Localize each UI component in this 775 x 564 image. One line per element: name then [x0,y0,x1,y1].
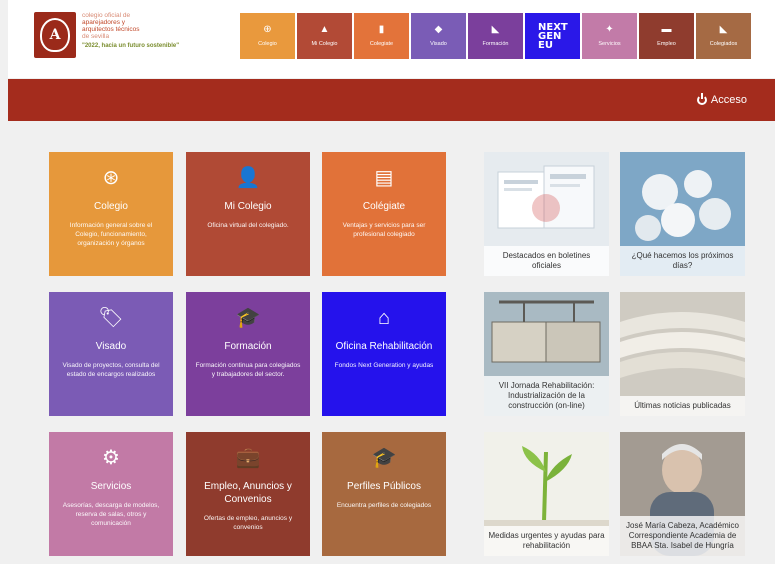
tile-title: Colegio [94,201,128,212]
site-header: A colegio oficial de aparejadores y arqu… [8,0,775,78]
top-navigation: ⊕ Colegio ▲ Mi Colegio ▮ Colegiate ◆ Vis… [240,13,751,59]
gears-icon: ✦ [605,24,614,35]
topnav-label: Empleo [657,41,676,47]
topnav-label: Servicios [598,41,621,47]
user-icon: ▲ [319,24,330,35]
topnav-next-gen-eu[interactable]: NEXT GEN EU [525,13,580,59]
tile-description: Fondos Next Generation y ayudas [334,362,434,369]
tile-description: Asesorías, descarga de modelos, reserva … [62,502,160,527]
crest-icon[interactable]: A [34,12,76,58]
org-line: colegio oficial de [82,12,131,19]
tile-description: Oficina virtual del colegiado. [207,222,289,229]
user-icon: 👤 [235,167,261,189]
org-line: aparejadores y [82,19,125,26]
topnav-colegio[interactable]: ⊕ Colegio [240,13,295,59]
topnav-label: Mi Colegio [311,41,338,47]
tile-oficina-rehabilitacion[interactable]: ⌂ Oficina Rehabilitación Fondos Next Gen… [322,292,446,416]
topnav-label: Colegiate [369,41,394,47]
card-caption: Destacados en boletines oficiales [484,246,609,276]
tile-title: Formación [224,341,272,352]
briefcase-icon: ▬ [661,24,672,35]
graduation-cap-icon: ◣ [719,24,728,35]
tile-description: Visado de proyectos, consulta del estado… [62,362,160,378]
tile-empleo[interactable]: 💼 Empleo, Anuncios y Convenios Ofertas d… [186,432,310,556]
tile-mi-colegio[interactable]: 👤 Mi Colegio Oficina virtual del colegia… [186,152,310,276]
card-caption: ¿Qué hacemos los próximos días? [620,246,745,276]
topnav-label: Colegiados [709,41,738,47]
topnav-colegiate[interactable]: ▮ Colegiate [354,13,409,59]
org-line: de sevilla [82,33,110,40]
gears-icon: ⚙ [102,447,120,469]
topnav-formacion[interactable]: ◣ Formación [468,13,523,59]
tile-perfiles-publicos[interactable]: 🎓 Perfiles Públicos Encuentra perfiles d… [322,432,446,556]
crest-icon: ⊛ [102,167,120,189]
tile-title: Oficina Rehabilitación [335,341,433,352]
tile-description: Encuentra perfiles de colegiados [336,502,432,509]
org-line: arquitectos técnicos [82,26,140,33]
topnav-label: Colegio [258,41,277,47]
topnav-colegiados[interactable]: ◣ Colegiados [696,13,751,59]
topnav-visado[interactable]: ◆ Visado [411,13,466,59]
graduation-cap-icon: 🎓 [235,307,261,329]
tile-title: Servicios [90,481,132,492]
tile-title: Visado [95,341,127,352]
tile-description: Información general sobre el Colegio, fu… [69,222,153,247]
tile-title: Empleo, Anuncios y Convenios [204,481,292,505]
tile-formacion[interactable]: 🎓 Formación Formación continua para cole… [186,292,310,416]
topnav-label: Formación [482,41,509,47]
tag-icon: ◆ [434,24,443,35]
document-icon: ▮ [378,24,385,35]
tile-description: Formación continua para colegiados y tra… [195,362,301,378]
tile-title: Mi Colegio [224,201,272,212]
topnav-servicios[interactable]: ✦ Servicios [582,13,637,59]
topnav-label: Visado [430,41,447,47]
card-jornada-rehabilitacion[interactable]: VII Jornada Rehabilitación: Industrializ… [484,292,609,416]
tile-title: Perfiles Públicos [347,481,421,492]
briefcase-icon: 💼 [235,447,261,469]
graduation-cap-icon: 🎓 [371,447,397,469]
tile-servicios[interactable]: ⚙ Servicios Asesorías, descarga de model… [49,432,173,556]
card-jose-maria-cabeza[interactable]: José María Cabeza, Académico Correspondi… [620,432,745,556]
card-medidas-urgentes[interactable]: Medidas urgentes y ayudas para rehabilit… [484,432,609,556]
card-caption: Medidas urgentes y ayudas para rehabilit… [484,526,609,556]
slogan: "2022, hacia un futuro sostenible" [82,43,180,49]
access-label: Acceso [710,94,747,106]
card-caption: Últimas noticias publicadas [620,396,745,416]
tile-title: Colégiate [362,201,406,212]
organization-name[interactable]: colegio oficial de aparejadores y arquit… [82,12,232,49]
card-boletines[interactable]: Destacados en boletines oficiales [484,152,609,276]
tag-icon: 🏷 [98,307,124,329]
access-link[interactable]: Acceso [696,93,747,106]
next-gen-eu-logo: NEXT GEN EU [538,21,568,51]
crest-small-icon: ⊕ [263,24,272,35]
tile-description: Ventajas y servicios para ser profesiona… [342,222,426,238]
card-proximos-dias[interactable]: ¿Qué hacemos los próximos días? [620,152,745,276]
tile-colegiate[interactable]: ▤ Colégiate Ventajas y servicios para se… [322,152,446,276]
tile-visado[interactable]: 🏷 Visado Visado de proyectos, consulta d… [49,292,173,416]
card-caption: José María Cabeza, Académico Correspondi… [620,516,745,556]
topnav-empleo[interactable]: ▬ Empleo [639,13,694,59]
access-bar: Acceso [8,79,775,121]
graduation-cap-icon: ◣ [491,24,500,35]
topnav-mi-colegio[interactable]: ▲ Mi Colegio [297,13,352,59]
power-icon [696,93,707,105]
tile-description: Ofertas de empleo, anuncios y convenios [203,515,293,531]
document-icon: ▤ [374,167,394,189]
card-ultimas-noticias[interactable]: Últimas noticias publicadas [620,292,745,416]
card-caption: VII Jornada Rehabilitación: Industrializ… [484,376,609,416]
home-icon: ⌂ [377,307,391,329]
tile-colegio[interactable]: ⊛ Colegio Información general sobre el C… [49,152,173,276]
